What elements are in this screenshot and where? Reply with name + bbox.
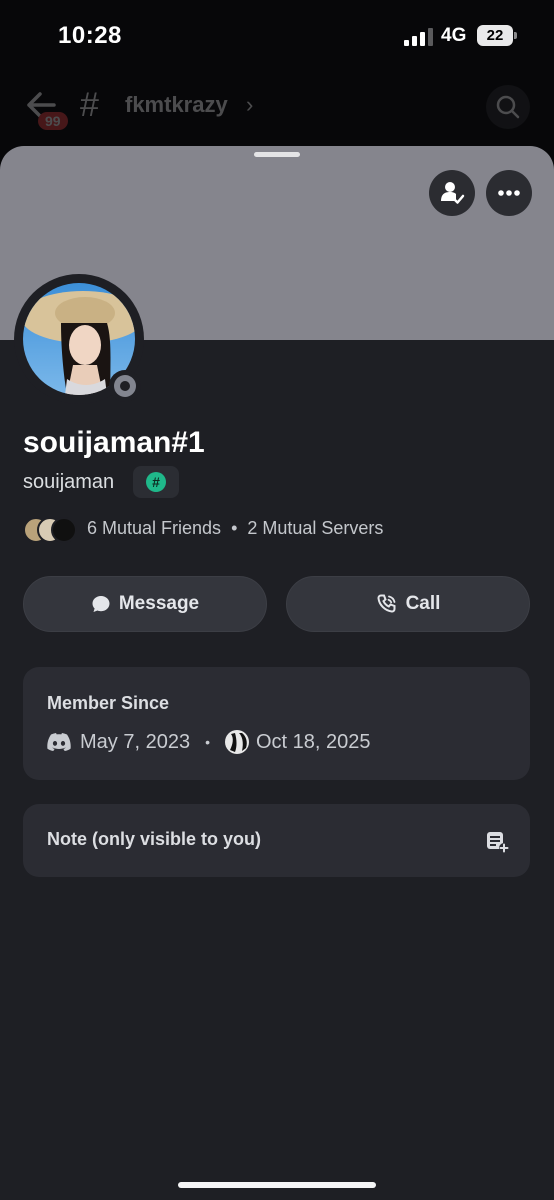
home-indicator[interactable] xyxy=(178,1182,376,1188)
battery-icon: 22 xyxy=(477,25,517,46)
mutuals-text: 6 Mutual Friends • 2 Mutual Servers xyxy=(87,518,383,539)
offline-status-indicator xyxy=(109,370,141,402)
mutual-avatar xyxy=(51,517,77,543)
friend-check-icon xyxy=(441,182,465,204)
call-button-label: Call xyxy=(405,593,441,614)
search-button[interactable] xyxy=(486,85,530,129)
server-join-date: Oct 18, 2025 xyxy=(255,730,371,753)
discord-join-date: May 7, 2023 xyxy=(80,730,191,753)
drag-handle[interactable] xyxy=(254,152,300,157)
server-tag-badge[interactable]: # xyxy=(133,466,179,498)
channel-name[interactable]: fkmtkrazy xyxy=(125,92,228,118)
signal-icon xyxy=(404,28,433,46)
username: souijaman xyxy=(23,471,115,493)
status-bar: 10:28 4G 22 xyxy=(0,0,554,70)
status-time: 10:28 xyxy=(58,22,122,49)
channel-hash-icon: # xyxy=(80,86,99,124)
more-options-button[interactable] xyxy=(486,170,532,216)
friend-status-button[interactable] xyxy=(429,170,475,216)
unread-badge: 99 xyxy=(38,112,68,130)
mutual-servers-count[interactable]: 2 Mutual Servers xyxy=(247,518,383,538)
message-button-label: Message xyxy=(118,593,200,614)
profile-sheet: souijaman#1 souijaman # 6 Mutual Friends… xyxy=(0,146,554,1200)
mutual-friends-count[interactable]: 6 Mutual Friends xyxy=(87,518,221,538)
member-since-card: Member Since May 7, 2023 • Oct 18, 2025 xyxy=(23,667,530,780)
mutuals-row[interactable]: 6 Mutual Friends • 2 Mutual Servers xyxy=(23,517,523,543)
add-note-icon[interactable] xyxy=(485,829,509,853)
mutual-separator: • xyxy=(231,518,238,538)
member-since-title: Member Since xyxy=(47,693,170,713)
network-type: 4G xyxy=(441,25,467,46)
more-dots-icon xyxy=(498,190,520,196)
search-icon xyxy=(496,95,520,119)
display-name: souijaman#1 xyxy=(23,426,205,459)
status-hole xyxy=(120,381,130,391)
server-icon xyxy=(224,730,249,754)
hashtag-icon: # xyxy=(146,472,166,492)
channel-header: 99 # fkmtkrazy › xyxy=(0,70,554,150)
date-separator: • xyxy=(205,734,210,750)
note-label: Note (only visible to you) xyxy=(47,829,262,849)
note-field[interactable]: Note (only visible to you) xyxy=(23,804,530,877)
phone-icon xyxy=(377,594,396,613)
message-button[interactable]: Message xyxy=(23,576,267,632)
chevron-right-icon: › xyxy=(246,92,254,117)
chat-bubble-icon xyxy=(92,596,110,612)
call-button[interactable]: Call xyxy=(286,576,530,632)
member-dates: May 7, 2023 • Oct 18, 2025 xyxy=(47,729,371,755)
discord-logo-icon xyxy=(47,733,71,751)
